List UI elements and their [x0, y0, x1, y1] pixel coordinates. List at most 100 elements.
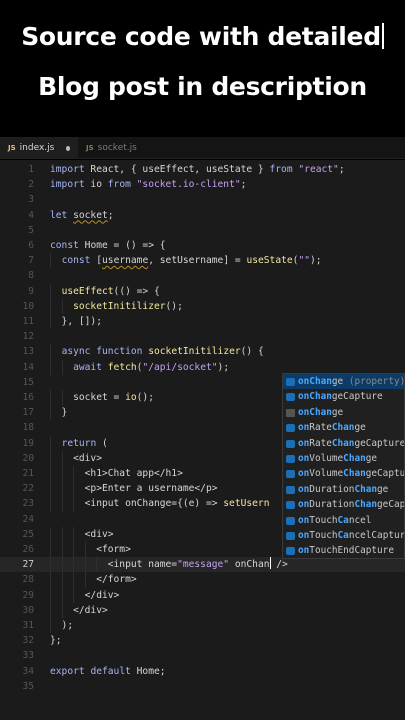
- code-line[interactable]: 9 useEffect(() => {: [0, 283, 405, 299]
- property-icon: [286, 424, 295, 433]
- suggestion-item[interactable]: onChange (property): [283, 374, 405, 390]
- code-line[interactable]: 32};: [0, 633, 405, 648]
- line-number: 10: [22, 300, 34, 312]
- code-line[interactable]: 33: [0, 648, 405, 663]
- line-number: 11: [22, 316, 34, 327]
- suggestion-label: onDurationChange: [298, 483, 389, 495]
- code-line[interactable]: 5: [0, 223, 405, 238]
- code-text: import React, { useEffect, useState } fr…: [50, 164, 345, 175]
- javascript-file-icon: JS: [86, 144, 94, 152]
- code-line[interactable]: 2 import io from "socket.io-client";: [0, 177, 405, 192]
- code-text: async function socketInitilizer() {: [61, 346, 264, 358]
- code-line[interactable]: 31 );: [0, 618, 405, 634]
- code-text: socketInitilizer();: [73, 300, 183, 312]
- code-line[interactable]: 30 </div>: [0, 602, 405, 618]
- line-number: 27: [22, 559, 34, 571]
- code-text: const [username, setUsername] = useState…: [61, 255, 322, 267]
- tab-socket-js[interactable]: JS socket.js: [78, 137, 148, 159]
- line-number: 31: [22, 620, 34, 631]
- autocomplete-suggestion-widget[interactable]: onChange (property) onChangeCapture onChan…: [282, 373, 405, 559]
- suggestion-item[interactable]: onTouchCancel: [283, 513, 404, 528]
- line-number: 24: [22, 513, 34, 525]
- line-number: 19: [22, 437, 34, 449]
- property-icon: [286, 378, 295, 386]
- video-caption: Source code with detailed Blog post in d…: [0, 0, 405, 130]
- suggestion-item[interactable]: onDurationChange: [283, 482, 404, 497]
- property-icon: [286, 454, 295, 463]
- line-number: 3: [28, 194, 34, 206]
- suggestion-label: onDurationChangeCapture: [298, 499, 405, 511]
- line-number: 18: [22, 422, 34, 434]
- tab-index-js[interactable]: JS index.js: [0, 137, 78, 159]
- code-line[interactable]: 35: [0, 679, 405, 694]
- line-number: 28: [22, 574, 34, 586]
- line-number: 5: [28, 224, 34, 236]
- suggestion-item[interactable]: onChange: [283, 405, 404, 420]
- suggestion-label: onChange: [298, 406, 344, 418]
- code-line[interactable]: 27 <input name="message" onChan />: [0, 557, 405, 573]
- line-number: 13: [22, 346, 34, 358]
- code-line[interactable]: 7 const [username, setUsername] = useSta…: [0, 253, 405, 269]
- suggestion-item[interactable]: onTouchCancelCapture: [283, 528, 404, 543]
- code-line[interactable]: 10 socketInitilizer();: [0, 298, 405, 314]
- line-number: 16: [22, 392, 34, 403]
- code-text: export default Home;: [50, 665, 166, 677]
- keyword-icon: [286, 408, 295, 417]
- code-text: };: [50, 635, 62, 647]
- code-line[interactable]: 29 </div>: [0, 587, 405, 603]
- suggestion-label: onTouchEndCapture: [298, 545, 394, 557]
- text-cursor: [381, 23, 384, 49]
- editor-tab-bar: JS index.js JS socket.js: [0, 137, 405, 159]
- line-number: 2: [28, 179, 34, 191]
- code-line[interactable]: 4 let socket;: [0, 208, 405, 223]
- code-text: import io from "socket.io-client";: [50, 179, 247, 191]
- suggestion-label: onTouchCancel: [298, 514, 372, 526]
- code-line[interactable]: 1 import React, { useEffect, useState } f…: [0, 162, 405, 177]
- suggestion-label: onChange: [298, 376, 344, 387]
- code-text: <div>: [50, 528, 114, 540]
- property-icon: [286, 393, 295, 402]
- property-icon: [286, 516, 295, 525]
- suggestion-item[interactable]: onChangeCapture: [283, 389, 404, 404]
- line-number: 8: [28, 270, 34, 282]
- code-line[interactable]: 34 export default Home;: [0, 664, 405, 679]
- code-line[interactable]: 8: [0, 268, 405, 283]
- code-text: </div>: [50, 589, 120, 601]
- suggestion-label: onTouchCancelCapture: [298, 529, 405, 541]
- property-icon: [286, 501, 295, 510]
- line-number: 26: [22, 544, 34, 555]
- code-text: useEffect(() => {: [61, 285, 160, 297]
- code-text: );: [50, 620, 74, 631]
- line-number: 15: [22, 376, 34, 388]
- code-line[interactable]: 6 const Home = () => {: [0, 238, 405, 253]
- caption-line-1: Source code with detailed: [0, 22, 405, 51]
- suggestion-item[interactable]: onVolumeChangeCapture: [283, 466, 404, 481]
- line-number: 22: [22, 483, 34, 495]
- line-number: 23: [22, 498, 34, 510]
- suggestion-item[interactable]: onDurationChangeCapture: [283, 497, 404, 512]
- suggestion-item[interactable]: onTouchEndCapture: [283, 543, 404, 558]
- suggestion-detail: (property): [343, 376, 405, 387]
- code-line[interactable]: 11 }, []);: [0, 314, 405, 330]
- unsaved-changes-dot-icon[interactable]: [66, 145, 70, 151]
- suggestion-item[interactable]: onRateChange: [283, 420, 404, 435]
- property-icon: [286, 547, 295, 556]
- property-icon: [286, 470, 295, 479]
- suggestion-item[interactable]: onVolumeChange: [283, 451, 404, 466]
- code-line[interactable]: 12: [0, 329, 405, 344]
- code-line[interactable]: 13 async function socketInitilizer() {: [0, 344, 405, 360]
- code-line[interactable]: 3: [0, 192, 405, 207]
- line-number: 12: [22, 331, 34, 343]
- code-text: <form>: [50, 544, 131, 555]
- suggestion-item[interactable]: onRateChangeCapture: [283, 436, 404, 451]
- code-line[interactable]: 28 </form>: [0, 572, 405, 588]
- suggestion-label: onRateChangeCapture: [298, 437, 405, 449]
- line-number: 33: [22, 650, 34, 662]
- line-number: 35: [22, 680, 34, 692]
- code-text: </div>: [50, 604, 108, 616]
- line-number: 4: [28, 209, 34, 221]
- suggestion-label: onVolumeChangeCapture: [298, 468, 405, 480]
- code-text: <div>: [50, 452, 102, 464]
- text-caret: [269, 557, 271, 570]
- line-number: 7: [28, 255, 34, 267]
